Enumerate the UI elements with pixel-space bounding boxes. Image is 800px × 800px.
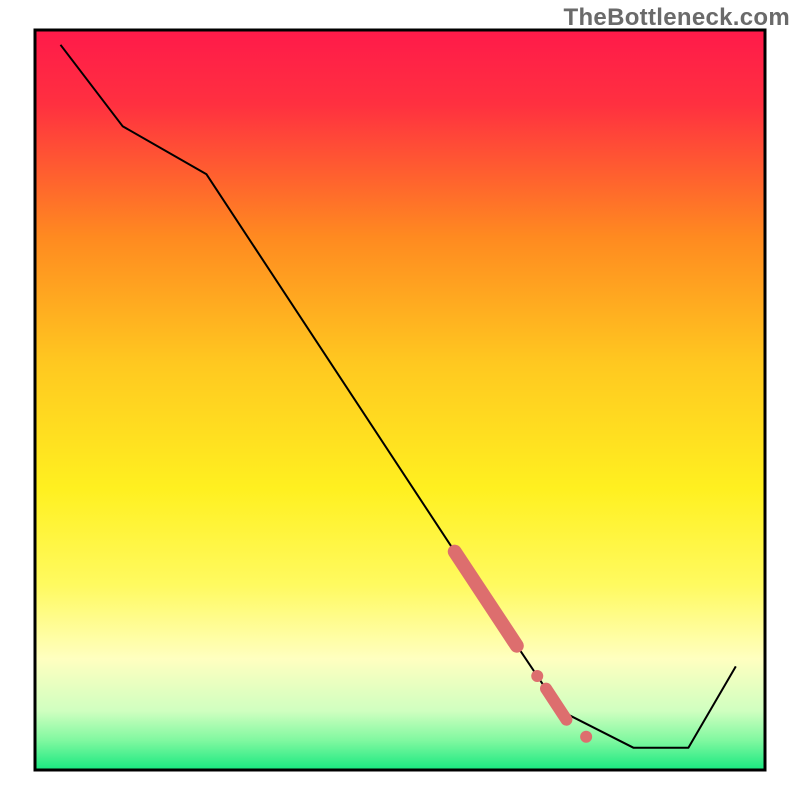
marker-dot-1	[531, 670, 543, 682]
chart-background	[35, 30, 765, 770]
bottleneck-chart	[0, 0, 800, 800]
marker-dot-2	[580, 731, 592, 743]
chart-container: TheBottleneck.com	[0, 0, 800, 800]
watermark-text: TheBottleneck.com	[564, 4, 790, 32]
